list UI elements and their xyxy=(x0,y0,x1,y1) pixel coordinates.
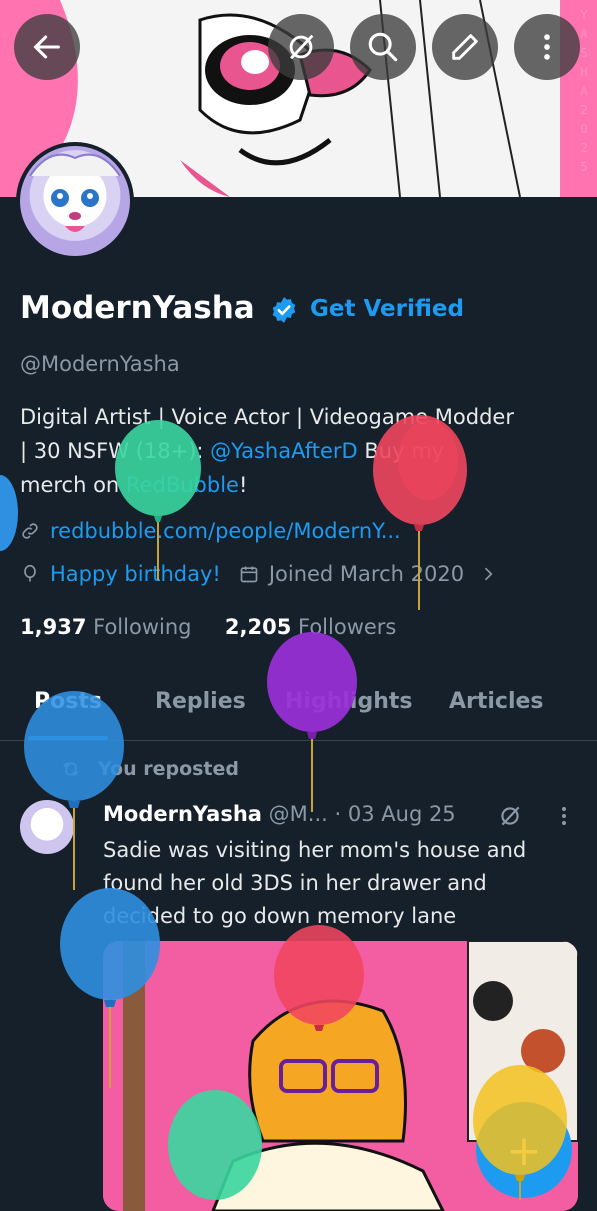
verified-badge-icon[interactable] xyxy=(270,296,298,324)
search-icon xyxy=(368,32,398,62)
balloon-blue-edge xyxy=(0,475,18,551)
balloon-yellow xyxy=(473,1065,567,1200)
profile-avatar[interactable] xyxy=(16,142,134,260)
balloon-green-2 xyxy=(168,1090,262,1200)
website-link[interactable]: redbubble.com/people/ModernY... xyxy=(50,519,401,543)
profile-handle: @ModernYasha xyxy=(20,352,180,376)
post-more-icon[interactable] xyxy=(552,803,576,829)
grok-icon xyxy=(289,34,314,60)
back-button[interactable] xyxy=(14,14,80,80)
edit-icon xyxy=(452,34,478,60)
link-icon xyxy=(22,523,38,539)
chevron-right-icon xyxy=(484,567,493,581)
search-button[interactable] xyxy=(350,14,416,80)
banner-side-text: YASHA2025 xyxy=(580,8,588,174)
bio-mention-link[interactable]: @YashaAfterD xyxy=(210,439,358,463)
tab-articles[interactable]: Articles xyxy=(449,689,544,714)
grok-button[interactable] xyxy=(268,14,334,80)
more-options-button[interactable] xyxy=(514,14,580,80)
following-stat[interactable]: 1,937 Following xyxy=(20,615,191,639)
grok-icon[interactable] xyxy=(497,803,523,829)
edit-profile-button[interactable] xyxy=(432,14,498,80)
balloon-red-2 xyxy=(274,925,364,1031)
balloon-blue-2 xyxy=(60,888,160,1088)
profile-bio: Digital Artist | Voice Actor | Videogame… xyxy=(20,400,565,502)
calendar-icon xyxy=(240,566,258,583)
tab-replies[interactable]: Replies xyxy=(155,689,246,714)
more-vertical-icon xyxy=(544,34,550,60)
balloon-green-1 xyxy=(115,420,201,580)
bio-line3: merch on xyxy=(20,473,126,497)
balloon-blue-1 xyxy=(24,691,124,890)
balloon-icon xyxy=(24,564,36,582)
post-text: Sadie was visiting her mom's house and f… xyxy=(103,838,527,928)
back-arrow-icon xyxy=(33,35,60,59)
balloon-red-1 xyxy=(373,415,467,610)
get-verified-link[interactable]: Get Verified xyxy=(310,296,464,322)
profile-name: ModernYasha xyxy=(20,290,255,326)
balloon-purple xyxy=(267,632,357,812)
bio-line3-end: ! xyxy=(238,473,248,497)
website-row: redbubble.com/people/ModernY... xyxy=(20,519,401,543)
